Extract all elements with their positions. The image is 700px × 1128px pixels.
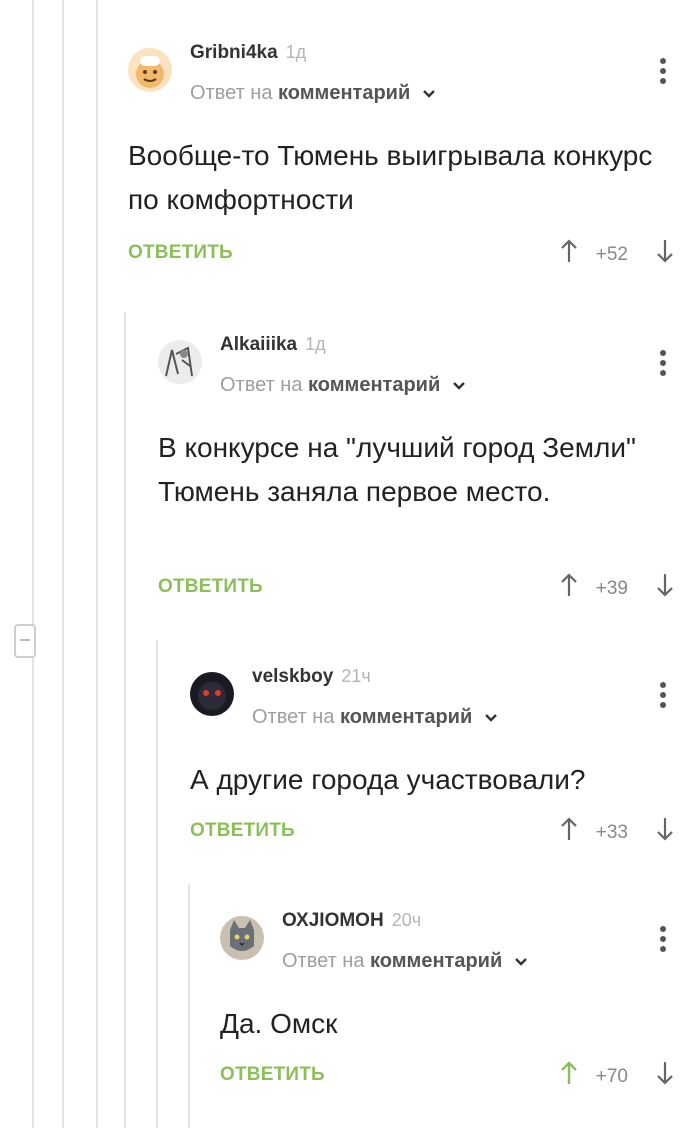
upvote-arrow-icon[interactable] xyxy=(560,238,578,264)
comment: ОХЈІОМОН 20ч Ответ на комментарий Да. Омс… xyxy=(220,868,700,1108)
reply-button[interactable]: ОТВЕТИТЬ xyxy=(128,242,233,264)
rating-score: +33 xyxy=(595,822,628,843)
cat-avatar[interactable] xyxy=(220,916,264,960)
upvote-arrow-icon[interactable] xyxy=(560,816,578,842)
rating-score: +52 xyxy=(595,244,628,265)
reply-target: комментарий xyxy=(308,374,441,396)
username-text: ОХЈІОМОН xyxy=(282,910,384,931)
chevron-down-icon xyxy=(422,90,435,98)
reply-target: комментарий xyxy=(340,706,473,728)
username[interactable]: Gribni4ka 1д xyxy=(190,42,306,64)
downvote-arrow-icon[interactable] xyxy=(656,1060,674,1086)
rating-score: +39 xyxy=(595,578,628,599)
comment-time: 1д xyxy=(285,42,307,62)
downvote-arrow-icon[interactable] xyxy=(656,816,674,842)
comment-time: 20ч xyxy=(391,910,422,930)
username-text: Gribni4ka xyxy=(190,42,278,63)
username-text: velskboy xyxy=(252,666,334,687)
comment-time: 21ч xyxy=(341,666,371,686)
reply-button[interactable]: ОТВЕТИТЬ xyxy=(190,820,295,842)
more-options-icon[interactable] xyxy=(660,682,666,712)
comment: Gribni4ka 1д Ответ на комментарий Вообще-… xyxy=(128,0,700,300)
more-options-icon[interactable] xyxy=(660,350,666,380)
downvote-arrow-icon[interactable] xyxy=(656,572,674,598)
upvote-arrow-icon[interactable] xyxy=(560,572,578,598)
comment-text: А другие города участвовали? xyxy=(190,764,586,795)
comment-text: Вообще-то Тюмень выигрывала конкурс по к… xyxy=(128,140,653,215)
reply-to-link[interactable]: Ответ на комментарий xyxy=(252,706,498,729)
chef-avatar[interactable] xyxy=(128,48,172,92)
reply-to-link[interactable]: Ответ на комментарий xyxy=(190,82,436,105)
reply-prefix: Ответ на xyxy=(190,82,273,104)
chevron-down-icon xyxy=(452,382,465,390)
comment-text: Да. Омск xyxy=(220,1008,338,1039)
upvote-arrow-icon[interactable] xyxy=(560,1060,578,1086)
thread-line xyxy=(96,0,98,1128)
comment-time: 1д xyxy=(305,334,326,354)
chevron-down-icon xyxy=(484,714,497,722)
thread-line xyxy=(62,0,64,1128)
more-options-icon[interactable] xyxy=(660,926,666,956)
dark-creature-avatar[interactable] xyxy=(190,672,234,716)
reply-prefix: Ответ на xyxy=(220,374,303,396)
reply-prefix: Ответ на xyxy=(282,950,365,972)
sketch-avatar[interactable] xyxy=(158,340,202,384)
reply-prefix: Ответ на xyxy=(252,706,335,728)
comment-text: В конкурсе на "лучший город Земли" Тюмен… xyxy=(158,432,636,507)
reply-target: комментарий xyxy=(370,950,503,972)
username[interactable]: velskboy 21ч xyxy=(252,666,371,688)
chevron-down-icon xyxy=(514,958,527,966)
collapse-thread-button[interactable] xyxy=(14,624,36,658)
username[interactable]: Alkaiiika 1д xyxy=(220,334,326,356)
comment: Alkaiiika 1д Ответ на комментарий В конку… xyxy=(158,292,700,622)
thread-line xyxy=(124,312,126,1128)
reply-to-link[interactable]: Ответ на комментарий xyxy=(282,950,528,973)
thread-line xyxy=(32,0,34,1128)
reply-button[interactable]: ОТВЕТИТЬ xyxy=(220,1064,325,1086)
comment: velskboy 21ч Ответ на комментарий А други… xyxy=(190,624,700,864)
reply-button[interactable]: ОТВЕТИТЬ xyxy=(158,576,263,598)
username-text: Alkaiiika xyxy=(220,334,298,355)
username[interactable]: ОХЈІОМОН 20ч xyxy=(282,910,421,932)
downvote-arrow-icon[interactable] xyxy=(656,238,674,264)
thread-line xyxy=(156,640,158,1128)
reply-to-link[interactable]: Ответ на комментарий xyxy=(220,374,466,397)
thread-line xyxy=(188,884,190,1128)
reply-target: комментарий xyxy=(278,82,411,104)
rating-score: +70 xyxy=(595,1066,628,1087)
more-options-icon[interactable] xyxy=(660,58,666,88)
